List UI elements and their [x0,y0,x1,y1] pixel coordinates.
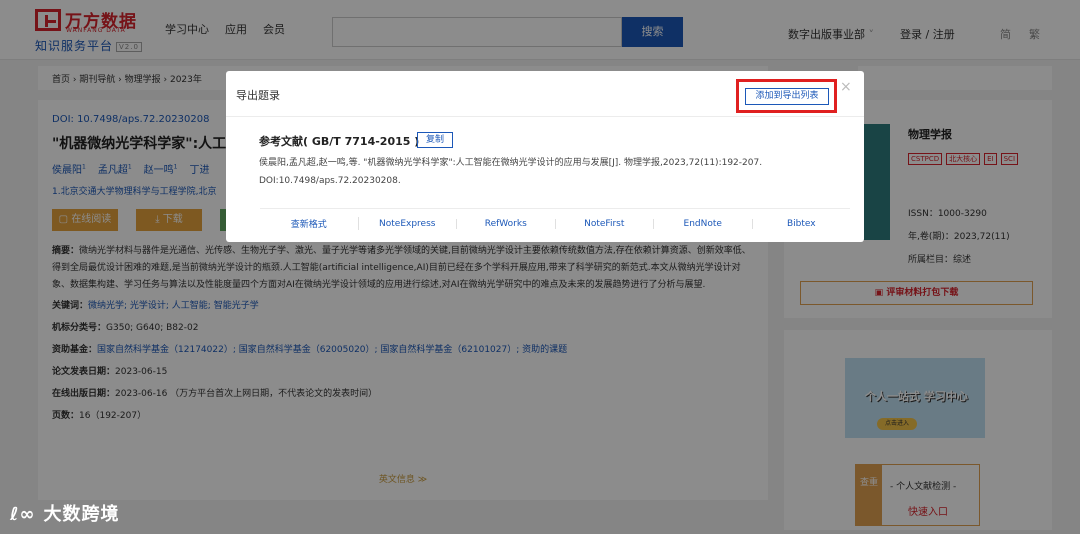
citation-text: 侯晨阳,孟凡超,赵一鸣,等. "机器微纳光学科学家":人工智能在微纳光学设计的应… [259,158,763,186]
format-endnote[interactable]: EndNote [654,218,753,229]
format-noteexpress[interactable]: NoteExpress [359,218,457,229]
modal-title: 导出题录 [236,89,280,102]
modal-header: 导出题录 添加到导出列表 × [226,71,864,117]
copy-button[interactable]: 复制 [417,132,453,148]
export-format-bar: 查新格式 NoteExpress RefWorks NoteFirst EndN… [260,208,850,238]
watermark: ℓ∞ 大数跨境 [10,500,119,526]
format-bibtex[interactable]: Bibtex [753,219,851,229]
format-refworks[interactable]: RefWorks [457,218,556,229]
export-citation-modal: 导出题录 添加到导出列表 × 参考文献( GB/T 7714-2015 ) 复制… [226,71,864,242]
watermark-text: 大数跨境 [43,504,120,525]
watermark-logo: ℓ∞ [10,504,36,525]
format-notefirst[interactable]: NoteFirst [556,218,654,229]
add-to-export-list-button[interactable]: 添加到导出列表 [745,88,829,105]
close-icon[interactable]: × [840,79,852,95]
reference-style-label: 参考文献( GB/T 7714-2015 ) [259,135,420,148]
format-novelty[interactable]: 查新格式 [260,217,359,230]
highlight-box: 添加到导出列表 [736,79,837,113]
